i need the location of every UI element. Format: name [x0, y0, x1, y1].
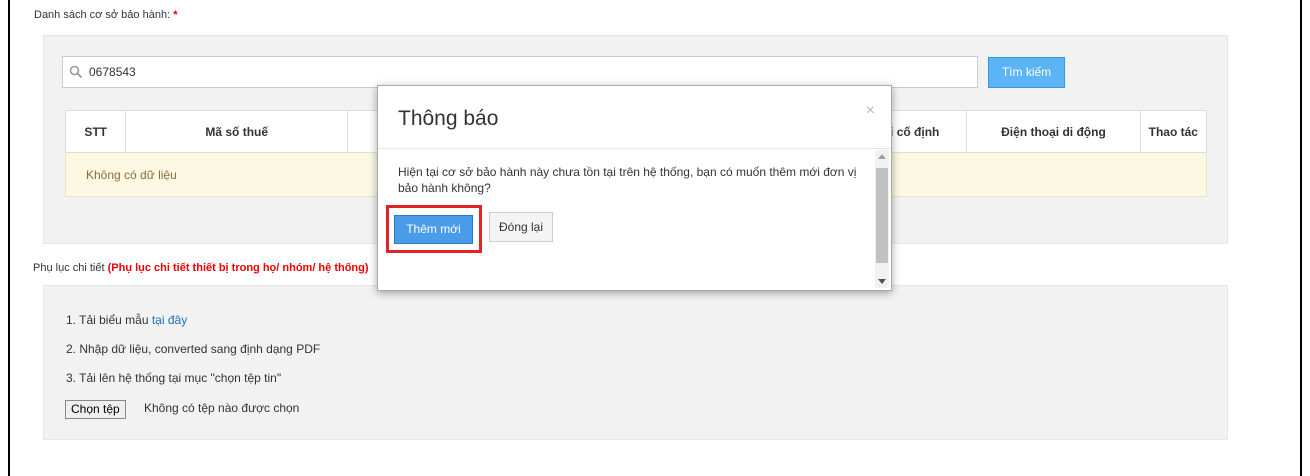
add-button-highlight: Thêm mới [386, 205, 482, 253]
upload-step-1: 1. Tải biểu mẫu tại đây [66, 313, 188, 327]
upload-step-3: 3. Tải lên hệ thống tại mục "chọn tệp ti… [66, 371, 282, 385]
scrollbar-thumb[interactable] [876, 168, 888, 263]
modal-title: Thông báo [398, 107, 499, 130]
col-tax-code: Mã số thuế [125, 110, 349, 153]
modal-scrollbar[interactable] [875, 150, 889, 288]
upload-step-2: 2. Nhập dữ liệu, converted sang định dạn… [66, 342, 321, 356]
scroll-up-icon[interactable] [878, 154, 886, 159]
close-button[interactable]: Đóng lại [489, 212, 553, 242]
appendix-label: Phụ lục chi tiết (Phụ lục chi tiết thiết… [33, 262, 369, 274]
col-mobile: Điện thoại di động [966, 110, 1141, 153]
appendix-note: (Phụ lục chi tiết thiết bị trong họ/ nhó… [107, 262, 369, 274]
modal-divider [378, 148, 891, 149]
choose-file-button[interactable]: Chọn tệp [65, 400, 126, 419]
col-stt: STT [64, 110, 127, 153]
search-input[interactable]: 0678543 [62, 56, 978, 88]
close-icon[interactable]: × [866, 102, 875, 120]
required-mark: * [173, 9, 178, 21]
warranty-list-label: Danh sách cơ sở bảo hành: * [34, 9, 178, 21]
scroll-down-icon[interactable] [878, 279, 886, 284]
no-file-text: Không có tệp nào được chọn [144, 401, 300, 415]
search-value: 0678543 [89, 65, 136, 79]
notification-modal: Thông báo × Hiện tại cơ sở bảo hành này … [377, 85, 892, 291]
add-new-button[interactable]: Thêm mới [394, 215, 473, 244]
col-actions: Thao tác [1139, 110, 1208, 153]
template-download-link[interactable]: tại đây [152, 313, 187, 327]
search-icon [69, 65, 83, 79]
modal-message: Hiện tại cơ sở bảo hành này chưa tồn tại… [398, 165, 857, 195]
search-button[interactable]: Tìm kiếm [988, 57, 1065, 88]
